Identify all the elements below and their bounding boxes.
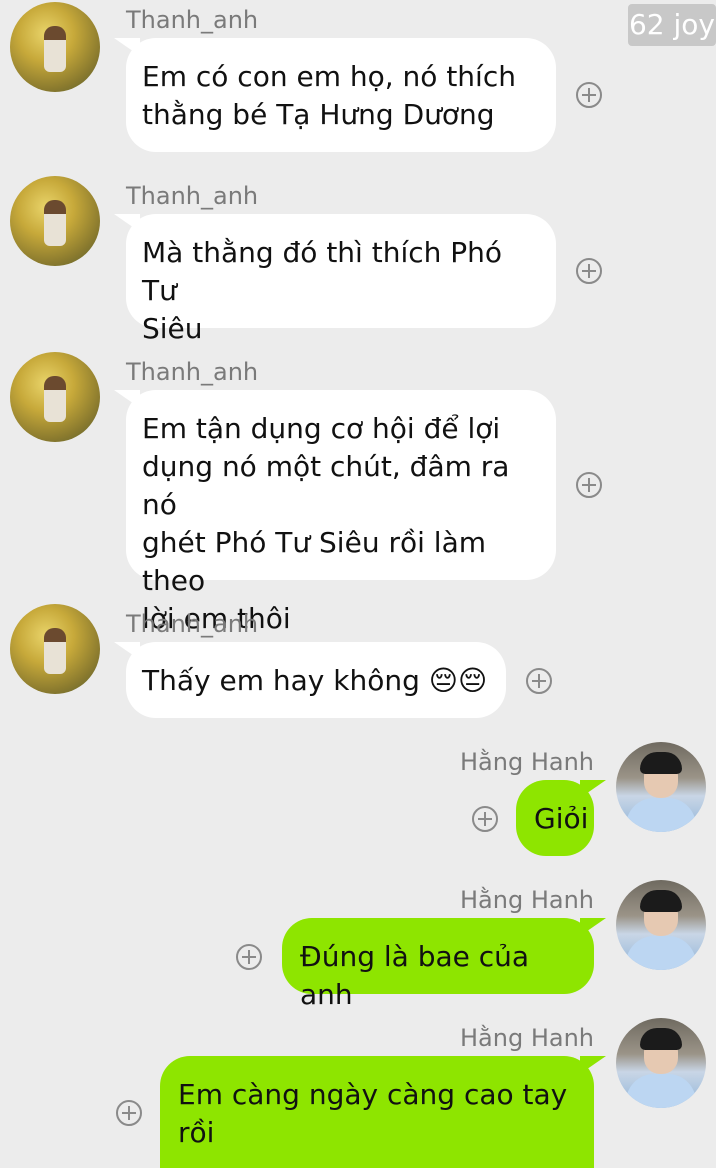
sender-avatar[interactable] <box>10 2 100 92</box>
add-reaction-icon[interactable] <box>576 258 602 284</box>
sender-name: Thanh_anh <box>126 358 259 386</box>
sender-name: Hằng Hanh <box>460 886 595 914</box>
add-reaction-icon[interactable] <box>526 668 552 694</box>
add-reaction-icon[interactable] <box>472 806 498 832</box>
sender-avatar[interactable] <box>10 604 100 694</box>
message-bubble-incoming[interactable]: Em tận dụng cơ hội để lợi dụng nó một ch… <box>114 390 556 635</box>
add-reaction-icon[interactable] <box>236 944 262 970</box>
sender-avatar[interactable] <box>616 1018 706 1108</box>
message-bubble-incoming[interactable]: Mà thằng đó thì thích Phó Tư Siêu <box>114 214 556 345</box>
sender-name: Thanh_anh <box>126 6 259 34</box>
sender-name: Hằng Hanh <box>460 1024 595 1052</box>
message-bubble-incoming[interactable]: Thấy em hay không 😔😔 <box>114 642 506 718</box>
sender-avatar[interactable] <box>10 352 100 442</box>
sender-avatar[interactable] <box>10 176 100 266</box>
sender-name: Hằng Hanh <box>460 748 595 776</box>
sender-avatar[interactable] <box>616 880 706 970</box>
message-bubble-outgoing[interactable]: Giỏi <box>516 780 606 856</box>
message-bubble-outgoing[interactable]: Đúng là bae của anh <box>282 918 606 1011</box>
sender-name: Thanh_anh <box>126 610 259 638</box>
add-reaction-icon[interactable] <box>576 472 602 498</box>
add-reaction-icon[interactable] <box>116 1100 142 1126</box>
message-bubble-incoming[interactable]: Em có con em họ, nó thích thằng bé Tạ Hư… <box>114 38 556 152</box>
message-bubble-outgoing[interactable]: Em càng ngày càng cao tay rồi <box>160 1056 606 1168</box>
sender-avatar[interactable] <box>616 742 706 832</box>
add-reaction-icon[interactable] <box>576 82 602 108</box>
sender-name: Thanh_anh <box>126 182 259 210</box>
watermark-label: 62 joy <box>628 4 716 46</box>
